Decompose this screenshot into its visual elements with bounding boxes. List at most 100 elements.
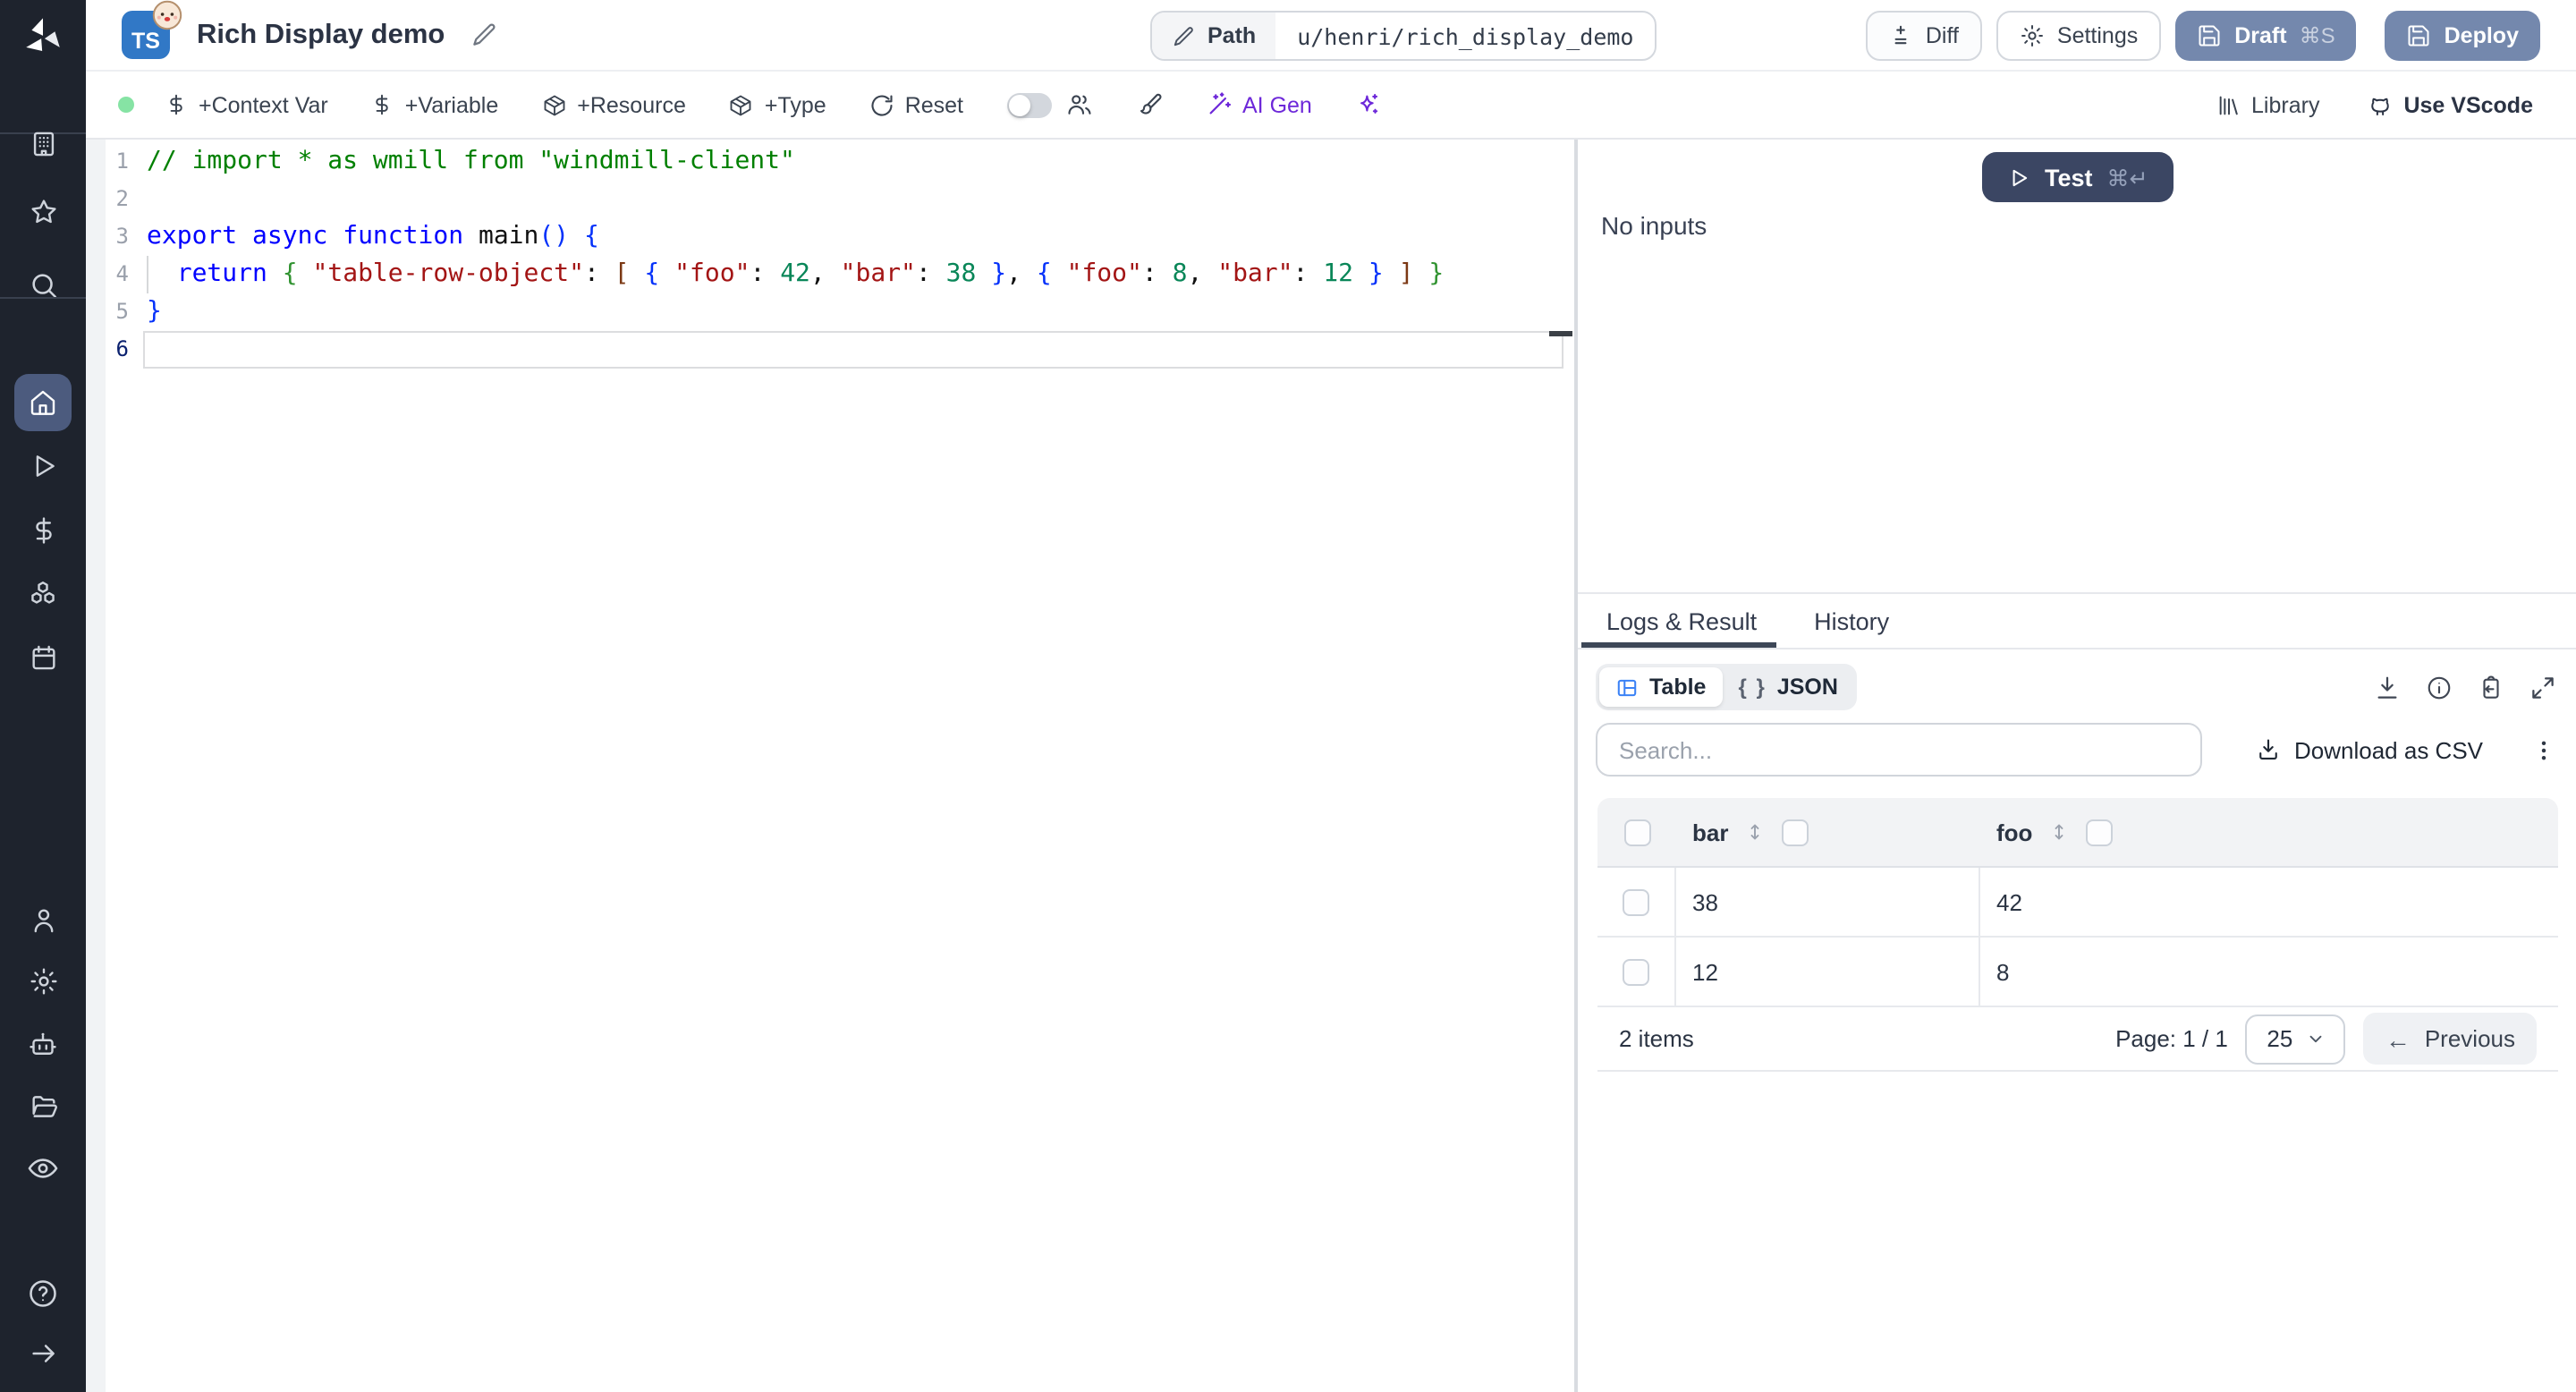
- tab-logs-result[interactable]: Logs & Result: [1578, 594, 1785, 648]
- code-line-5[interactable]: 5}: [86, 293, 1574, 331]
- sidebar-item-settings[interactable]: [0, 966, 86, 997]
- test-button[interactable]: Test ⌘↵: [1982, 152, 2174, 202]
- table-row[interactable]: 12 8: [1597, 938, 2558, 1007]
- topbar-actions: Diff Settings Draft ⌘S Deploy: [1866, 10, 2540, 60]
- play-icon: [2012, 168, 2028, 186]
- settings-button[interactable]: Settings: [1996, 10, 2162, 60]
- sort-icon[interactable]: [1744, 821, 1766, 843]
- code-lines[interactable]: 1 // import * as wmill from "windmill-cli…: [86, 143, 1574, 369]
- ai-sparkles-button[interactable]: [1355, 91, 1382, 118]
- eye-icon: [28, 1159, 58, 1178]
- sidebar-item-audit-logs[interactable]: [0, 1152, 86, 1184]
- column-foo-checkbox[interactable]: [2086, 819, 2114, 845]
- sort-icon[interactable]: [2048, 821, 2070, 843]
- previous-page-button[interactable]: ← Previous: [2363, 1013, 2537, 1065]
- cell-bar: 38: [1692, 888, 1718, 915]
- library-button[interactable]: Library: [2216, 92, 2319, 117]
- view-mode-json[interactable]: { } JSON: [1722, 667, 1853, 707]
- clipboard-copy-icon[interactable]: [2478, 674, 2504, 700]
- format-button[interactable]: [1135, 91, 1162, 118]
- sidebar-item-home[interactable]: [14, 374, 72, 431]
- code-line-2[interactable]: 2: [86, 181, 1574, 218]
- code-editor[interactable]: 1 // import * as wmill from "windmill-cli…: [86, 140, 1574, 1392]
- sidebar: [0, 0, 86, 1392]
- sidebar-item-workspace[interactable]: [0, 129, 86, 159]
- column-bar-checkbox[interactable]: [1782, 819, 1809, 845]
- page-title: Rich Display demo: [197, 19, 445, 49]
- dollar-icon: [377, 94, 389, 115]
- deploy-button[interactable]: Deploy: [2385, 10, 2540, 60]
- sidebar-item-expand[interactable]: [0, 1338, 86, 1369]
- dollar-icon: [170, 94, 182, 115]
- multiplayer-toggle[interactable]: [1006, 92, 1051, 117]
- view-mode-table[interactable]: Table: [1599, 667, 1723, 707]
- table-footer: 2 items Page: 1 / 1 25 ← Previous: [1597, 1007, 2558, 1070]
- octocat-icon: [2370, 98, 2389, 115]
- sidebar-item-search[interactable]: [0, 270, 86, 301]
- sidebar-item-variables[interactable]: [0, 515, 86, 546]
- tab-history[interactable]: History: [1785, 594, 1918, 648]
- column-header-bar[interactable]: bar: [1692, 819, 1728, 845]
- sidebar-item-folders[interactable]: [0, 1091, 86, 1122]
- sidebar-item-resources[interactable]: [0, 578, 86, 610]
- expand-icon[interactable]: [2529, 674, 2556, 700]
- toggle-knob: [1008, 94, 1030, 115]
- download-csv-button[interactable]: Download as CSV: [2255, 736, 2483, 763]
- row-checkbox[interactable]: [1623, 888, 1649, 915]
- reset-button[interactable]: Reset: [869, 92, 963, 117]
- sidebar-item-runs[interactable]: [0, 451, 86, 481]
- items-count: 2 items: [1619, 1025, 1694, 1052]
- play-icon: [35, 455, 54, 477]
- users-icon: [1067, 95, 1090, 115]
- draft-button[interactable]: Draft ⌘S: [2175, 10, 2357, 60]
- search-input[interactable]: [1596, 723, 2202, 777]
- result-actions: [2374, 674, 2556, 700]
- test-shortcut: ⌘↵: [2106, 166, 2148, 191]
- save-icon: [2199, 24, 2220, 46]
- kebab-menu-icon[interactable]: [2531, 736, 2556, 763]
- code-line-3[interactable]: 3 export async function main() {: [86, 218, 1574, 256]
- editor-toolbar: +Context Var +Variable +Resource +Type R…: [86, 72, 2576, 140]
- draft-shortcut: ⌘S: [2299, 22, 2335, 47]
- page-size-select[interactable]: 25: [2245, 1014, 2346, 1064]
- column-header-foo[interactable]: foo: [1996, 819, 2032, 845]
- table-search-row: Download as CSV: [1596, 723, 2556, 777]
- code-text: export async function main() {: [147, 222, 599, 250]
- add-type-button[interactable]: +Type: [729, 92, 826, 117]
- path-label-section: Path: [1152, 13, 1276, 59]
- sidebar-item-workers[interactable]: [0, 1029, 86, 1061]
- edit-summary-pencil-icon[interactable]: [470, 21, 496, 48]
- diff-button[interactable]: Diff: [1866, 10, 1982, 60]
- use-vscode-button[interactable]: Use VScode: [2366, 91, 2533, 118]
- add-variable-button[interactable]: +Variable: [371, 92, 498, 117]
- home-icon: [30, 390, 55, 415]
- select-all-checkbox[interactable]: [1623, 819, 1650, 845]
- sidebar-item-help[interactable]: [0, 1277, 86, 1310]
- info-icon[interactable]: [2426, 674, 2453, 700]
- arrow-right-icon: [31, 1345, 54, 1362]
- code-line-4[interactable]: 4 return { "table-row-object": [ { "foo"…: [86, 256, 1574, 293]
- ai-gen-button[interactable]: AI Gen: [1205, 91, 1312, 118]
- gear-icon: [30, 968, 56, 995]
- table-row[interactable]: 38 42: [1597, 868, 2558, 938]
- magic-wand-icon: [1208, 92, 1230, 115]
- sidebar-item-schedules[interactable]: [0, 642, 86, 673]
- add-context-var-button[interactable]: +Context Var: [165, 92, 328, 117]
- download-icon[interactable]: [2374, 674, 2401, 700]
- result-tabs: Logs & Result History: [1578, 592, 2576, 649]
- sidebar-item-favorites[interactable]: [0, 197, 86, 227]
- star-icon: [30, 199, 55, 224]
- sidebar-item-user[interactable]: [0, 905, 86, 936]
- path-editor[interactable]: Path u/henri/rich_display_demo: [1150, 11, 1657, 61]
- package-icon: [543, 94, 564, 115]
- cubes-icon: [31, 581, 55, 604]
- add-resource-button[interactable]: +Resource: [541, 92, 686, 117]
- windmill-logo[interactable]: [0, 14, 86, 61]
- code-line-6[interactable]: 6: [86, 331, 1574, 369]
- topbar: TS Rich Display demo Path u/henri/rich_d…: [86, 0, 2576, 72]
- code-text: return { "table-row-object": [ { "foo": …: [176, 259, 1445, 288]
- brush-icon: [1139, 93, 1161, 115]
- code-line-1[interactable]: 1 // import * as wmill from "windmill-cli…: [86, 143, 1574, 181]
- row-checkbox[interactable]: [1623, 958, 1649, 985]
- user-icon: [33, 909, 53, 933]
